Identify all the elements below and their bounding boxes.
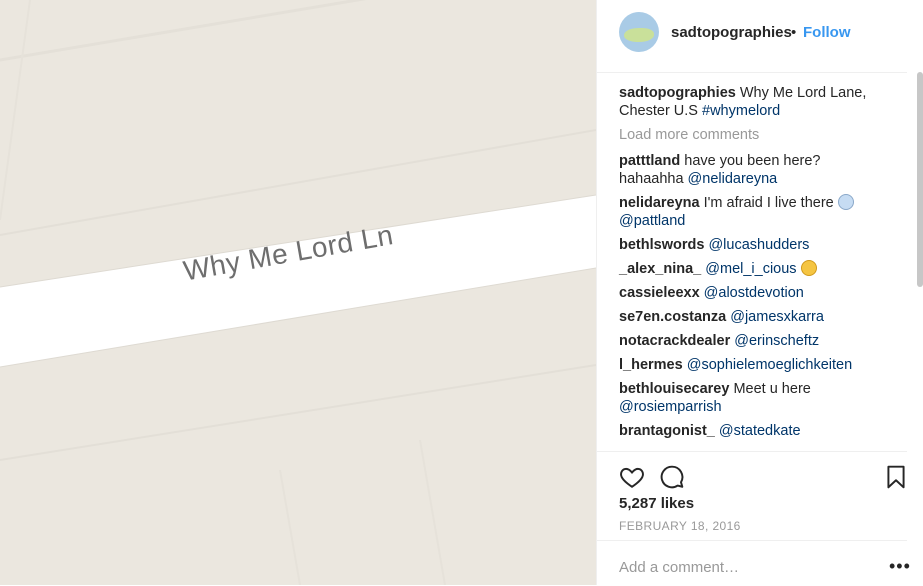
comment-mention[interactable]: @sophielemoeglichkeiten (687, 357, 852, 373)
minor-road (0, 0, 367, 62)
minor-road (279, 469, 301, 585)
bookmark-icon[interactable] (883, 464, 909, 490)
comment-item: bethlouisecarey Meet u here @rosiemparri… (619, 380, 889, 416)
comment-mention[interactable]: @mel_i_cious (705, 261, 796, 277)
caption-username[interactable]: sadtopographies (619, 85, 736, 101)
comment-mention[interactable]: @alostdevotion (704, 285, 804, 301)
comment-mention[interactable]: @jamesxkarra (730, 309, 824, 325)
comment-username[interactable]: se7en.costanza (619, 309, 726, 325)
caption: sadtopographies Why Me Lord Lane, Cheste… (619, 84, 889, 120)
comment-item: cassieleexx @alostdevotion (619, 284, 889, 302)
heart-icon[interactable] (619, 464, 645, 490)
comment-username[interactable]: bethlswords (619, 237, 704, 253)
post-photo: Why Me Lord Ln (0, 0, 596, 585)
minor-road (0, 0, 31, 221)
comment-username[interactable]: cassieleexx (619, 285, 700, 301)
fearful-face-emoji-icon (837, 194, 854, 210)
laughing-face-emoji-icon (800, 260, 817, 276)
main-road (0, 195, 596, 367)
comment-mention[interactable]: @rosiemparrish (619, 399, 722, 415)
post-author-username[interactable]: sadtopographies (671, 24, 792, 41)
comment-mention[interactable]: @pattland (619, 213, 685, 229)
post-side-panel: sadtopographies • Follow sadtopographies… (596, 0, 923, 585)
comment-mention[interactable]: @lucashudders (708, 237, 809, 253)
comment-item: nelidareyna I'm afraid I live there @pat… (619, 194, 889, 230)
comments-scrollbar[interactable] (917, 72, 923, 287)
avatar-map-shape (624, 28, 654, 42)
comment-bubble-icon[interactable] (659, 464, 685, 490)
comments-list: sadtopographies Why Me Lord Lane, Cheste… (619, 84, 889, 446)
comment-username[interactable]: notacrackdealer (619, 333, 730, 349)
comment-item: brantagonist_ @statedkate (619, 422, 889, 440)
likes-count[interactable]: 5,287 likes (619, 495, 694, 512)
comment-item: notacrackdealer @erinscheftz (619, 332, 889, 350)
follow-button[interactable]: Follow (803, 24, 851, 41)
comment-item: se7en.costanza @jamesxkarra (619, 308, 889, 326)
comment-item: patttland have you been here? hahaahha @… (619, 152, 889, 188)
minor-road (419, 439, 446, 585)
comment-mention[interactable]: @statedkate (719, 423, 801, 439)
comment-username[interactable]: bethlouisecarey (619, 381, 729, 397)
map-background (0, 0, 596, 585)
minor-road (0, 364, 596, 461)
post-actions-bar (597, 451, 907, 500)
more-options-icon[interactable]: ••• (889, 557, 911, 575)
comment-mention[interactable]: @erinscheftz (734, 333, 819, 349)
comment-username[interactable]: nelidareyna (619, 195, 700, 211)
comment-item: _alex_nina_ @mel_i_cious (619, 260, 889, 278)
add-comment-bar: Add a comment… ••• (597, 540, 910, 586)
comment-username[interactable]: brantagonist_ (619, 423, 715, 439)
post-header: sadtopographies • Follow (597, 0, 907, 73)
comment-mention[interactable]: @nelidareyna (688, 171, 778, 187)
comment-username[interactable]: patttland (619, 153, 680, 169)
comment-username[interactable]: l_hermes (619, 357, 683, 373)
avatar[interactable] (619, 12, 659, 52)
comment-text: I'm afraid I live there (703, 195, 834, 211)
load-more-comments-button[interactable]: Load more comments (619, 126, 889, 144)
caption-hashtag[interactable]: #whymelord (702, 103, 780, 119)
comment-item: bethlswords @lucashudders (619, 236, 889, 254)
add-comment-input[interactable]: Add a comment… (619, 559, 739, 576)
comment-username[interactable]: _alex_nina_ (619, 261, 701, 277)
comment-text: Meet u here (733, 381, 811, 397)
post-date[interactable]: FEBRUARY 18, 2016 (619, 519, 741, 533)
separator-dot: • (791, 24, 797, 41)
comment-item: l_hermes @sophielemoeglichkeiten (619, 356, 889, 374)
